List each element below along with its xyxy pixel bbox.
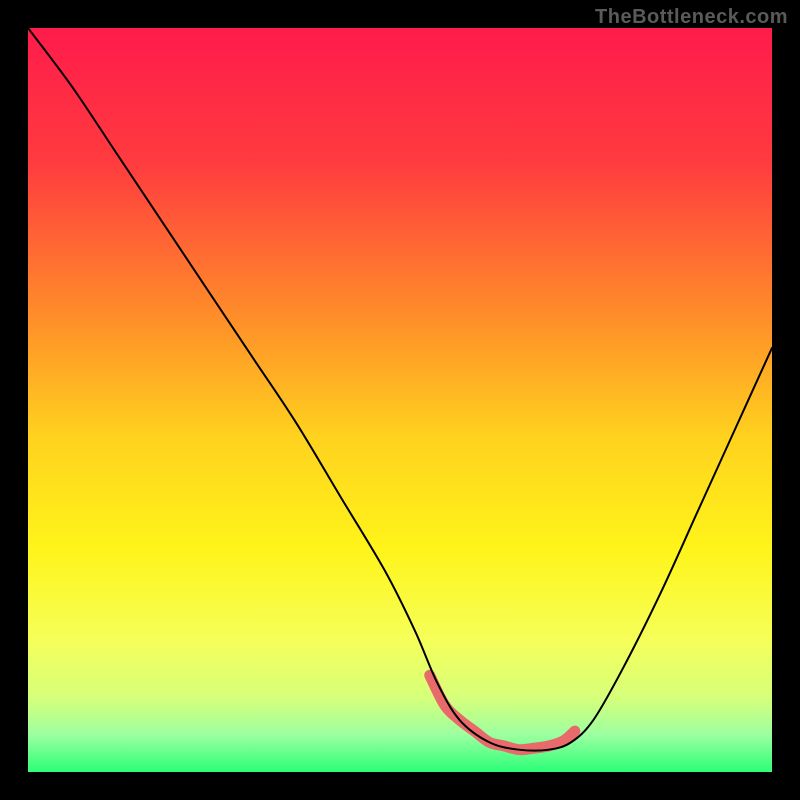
- chart-stage: TheBottleneck.com: [0, 0, 800, 800]
- site-watermark: TheBottleneck.com: [595, 6, 788, 29]
- plot-background: [28, 28, 772, 772]
- bottleneck-plot: [0, 0, 800, 800]
